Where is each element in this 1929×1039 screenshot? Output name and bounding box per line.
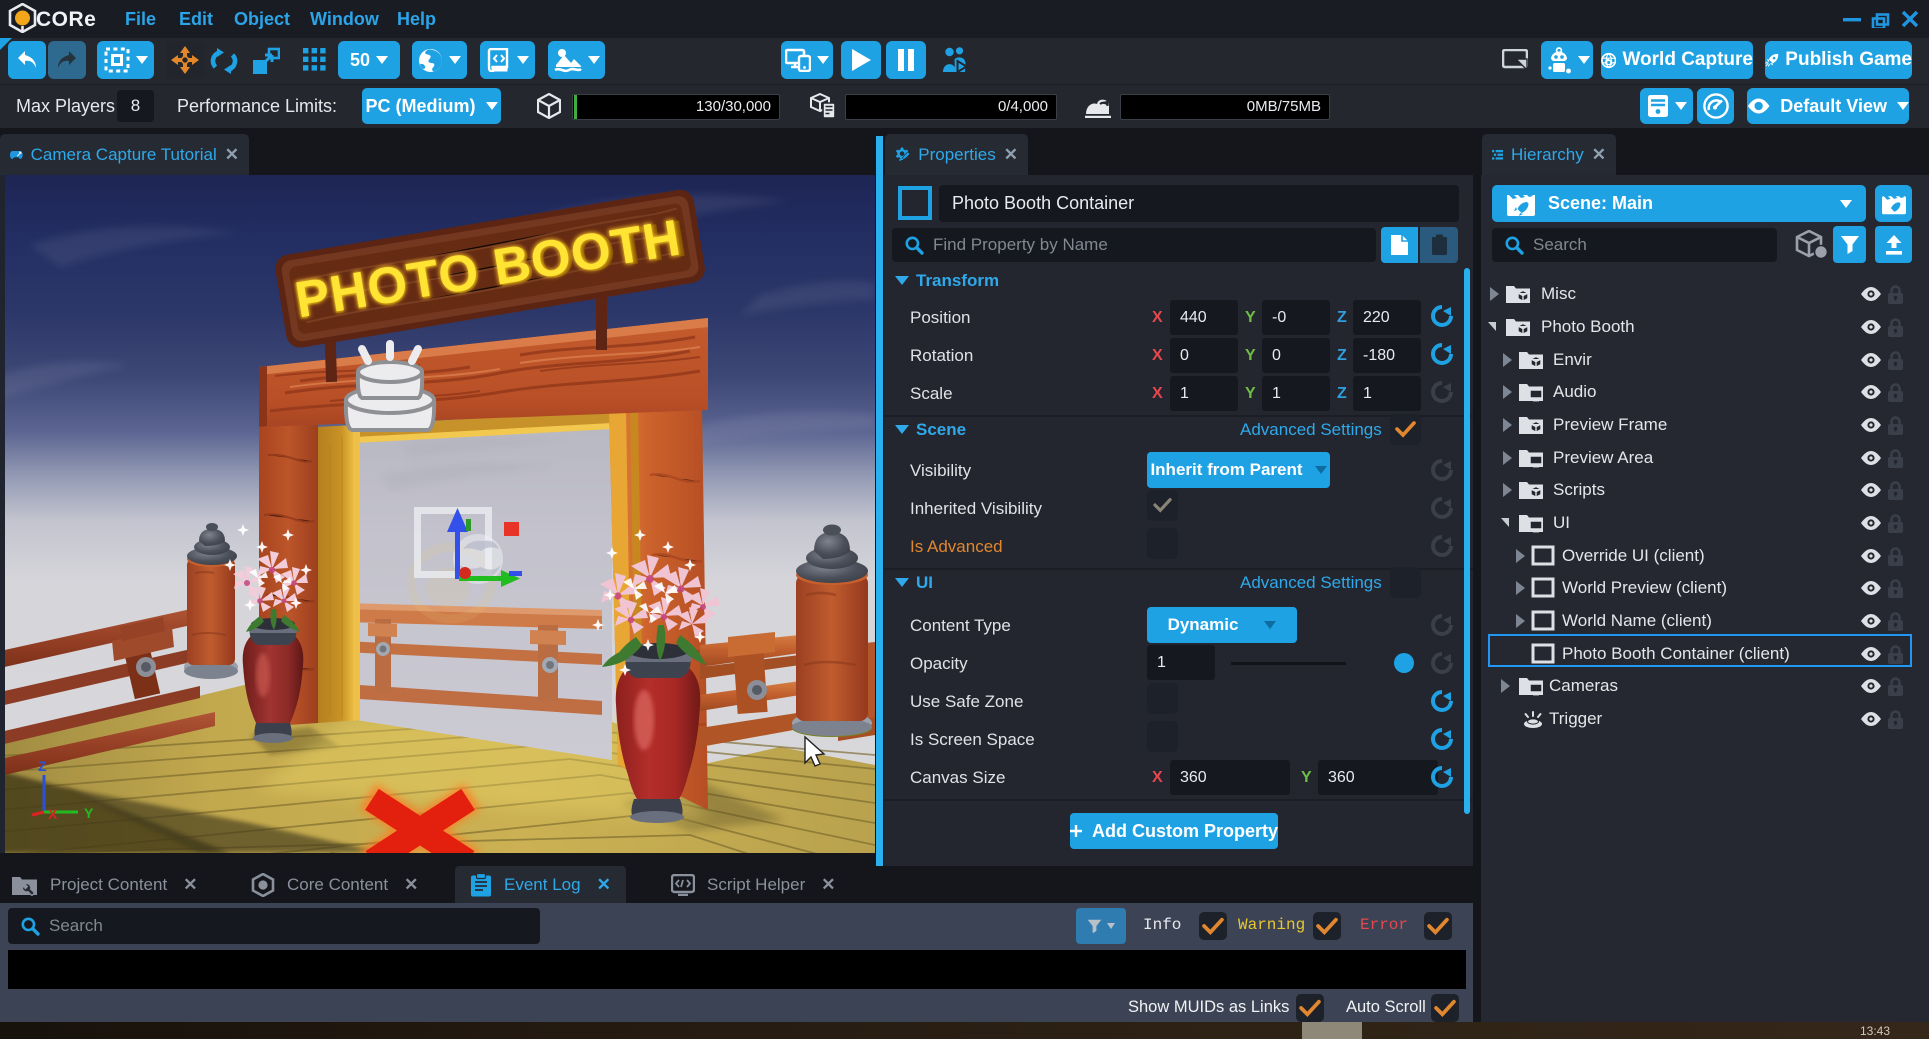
svg-text:X: X	[48, 806, 58, 822]
svg-text:CORe: CORe	[36, 8, 96, 30]
svg-text:Y: Y	[84, 805, 94, 821]
svg-text:Z: Z	[38, 758, 47, 774]
